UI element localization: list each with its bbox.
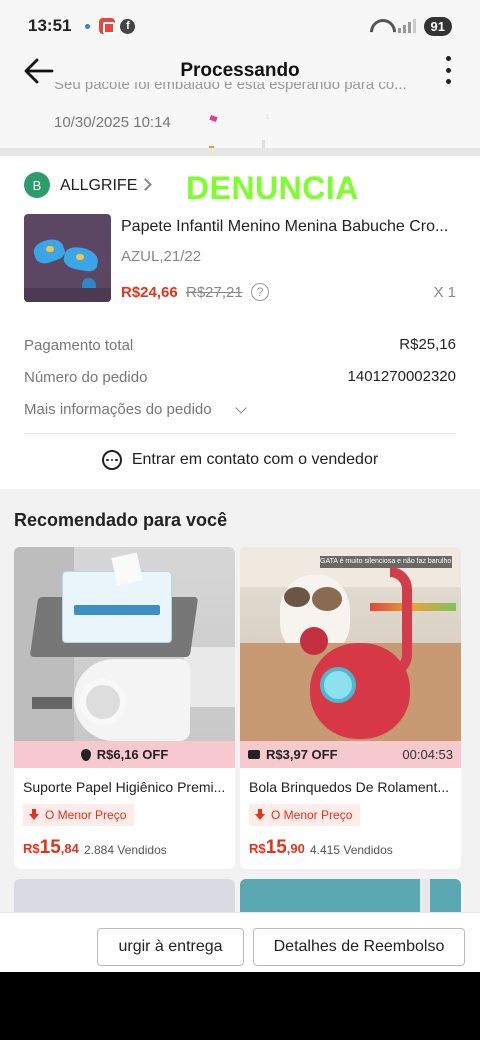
lowest-price-label: O Menor Preço: [271, 808, 353, 822]
order-number-label: Número do pedido: [24, 369, 148, 386]
lowest-price-badge: O Menor Preço: [23, 804, 135, 826]
down-arrow-icon: [29, 809, 39, 821]
countdown-timer: 00:04:53: [402, 747, 453, 762]
app-screen: 13:51 f 91 Processando Seu pacote foi em…: [0, 0, 480, 972]
signal-icon: [397, 19, 416, 33]
status-message: Seu pacote foi embalado e está esperando…: [54, 82, 407, 93]
more-options-icon[interactable]: [444, 56, 452, 84]
help-icon[interactable]: ?: [251, 283, 269, 301]
order-number-value[interactable]: 1401270002320: [348, 368, 456, 385]
discount-label: R$6,16 OFF: [96, 747, 169, 762]
product-title[interactable]: Papete Infantil Menino Menina Babuche Cr…: [121, 218, 457, 236]
chat-icon: [101, 450, 122, 470]
sold-count: 4.415 Vendidos: [310, 843, 393, 857]
shop-name-link[interactable]: ALLGRIFE: [60, 177, 137, 195]
confetti-decoration: [266, 114, 269, 119]
chevron-right-icon[interactable]: [139, 178, 152, 191]
product-card[interactable]: R$6,16 OFF Suporte Papel Higiênico Premi…: [14, 547, 235, 869]
down-arrow-icon: [255, 809, 265, 821]
divider: [24, 433, 456, 434]
notification-dot-icon: [85, 23, 91, 29]
product-name[interactable]: Suporte Papel Higiênico Premi...: [23, 779, 228, 795]
lowest-price-label: O Menor Preço: [45, 808, 127, 822]
page-title: Processando: [180, 60, 300, 81]
product-card[interactable]: GATA é muito silenciosa e não faz barulh…: [240, 547, 461, 869]
price-original: R$27,21: [186, 284, 243, 301]
timer-icon: [80, 748, 91, 761]
recommendations-title: Recomendado para você: [14, 510, 228, 530]
contact-seller-label: Entrar em contato com o vendedor: [131, 451, 379, 468]
discount-strip: R$3,97 OFF 00:04:53: [240, 741, 461, 768]
page-header: Processando Seu pacote foi embalado e es…: [0, 52, 480, 152]
overlay-caption: DENUNCIA: [186, 170, 359, 206]
product-variant: AZUL,21/22: [121, 248, 202, 265]
refund-details-button[interactable]: Detalhes de Reembolso: [253, 928, 465, 966]
coupon-icon: [248, 750, 260, 759]
lowest-price-badge: O Menor Preço: [249, 804, 361, 826]
app-notification-icon: [99, 18, 116, 34]
shop-avatar[interactable]: B: [24, 172, 50, 198]
status-bar: 13:51 f 91: [0, 0, 480, 52]
product-price: R$15,84: [23, 837, 79, 858]
price-current: R$24,66: [121, 284, 178, 301]
payment-total-value: R$25,16: [399, 336, 456, 353]
more-info-link[interactable]: Mais informações do pedido: [24, 401, 212, 418]
status-timestamp: 10/30/2025 10:14: [54, 114, 171, 131]
image-caption: GATA é muito silenciosa e não faz barulh…: [320, 556, 452, 568]
section-divider: [0, 148, 480, 156]
battery-indicator: 91: [423, 16, 452, 36]
facebook-icon: f: [120, 18, 136, 34]
urge-delivery-button[interactable]: urgir à entrega: [97, 928, 244, 966]
order-card: B ALLGRIFE DENUNCIA Papete Infantil Meni…: [0, 156, 480, 489]
product-quantity: X 1: [433, 284, 456, 301]
product-image[interactable]: GATA é muito silenciosa e não faz barulh…: [240, 547, 461, 741]
confetti-decoration: [209, 114, 218, 123]
confetti-decoration: [262, 140, 265, 148]
wifi-icon: [370, 19, 390, 33]
product-image[interactable]: [24, 214, 111, 302]
product-price: R$15,90: [249, 837, 305, 858]
sold-count: 2.884 Vendidos: [84, 843, 167, 857]
bottom-action-bar: urgir à entrega Detalhes de Reembolso: [0, 912, 480, 972]
payment-total-label: Pagamento total: [24, 337, 134, 354]
contact-seller-button[interactable]: Entrar em contato com o vendedor: [0, 450, 480, 470]
product-name[interactable]: Bola Brinquedos De Rolament...: [249, 779, 454, 795]
status-time: 13:51: [28, 16, 72, 35]
product-image[interactable]: [14, 547, 235, 741]
chevron-down-icon[interactable]: [235, 402, 247, 414]
discount-label: R$3,97 OFF: [266, 747, 338, 762]
discount-strip: R$6,16 OFF: [14, 741, 235, 768]
